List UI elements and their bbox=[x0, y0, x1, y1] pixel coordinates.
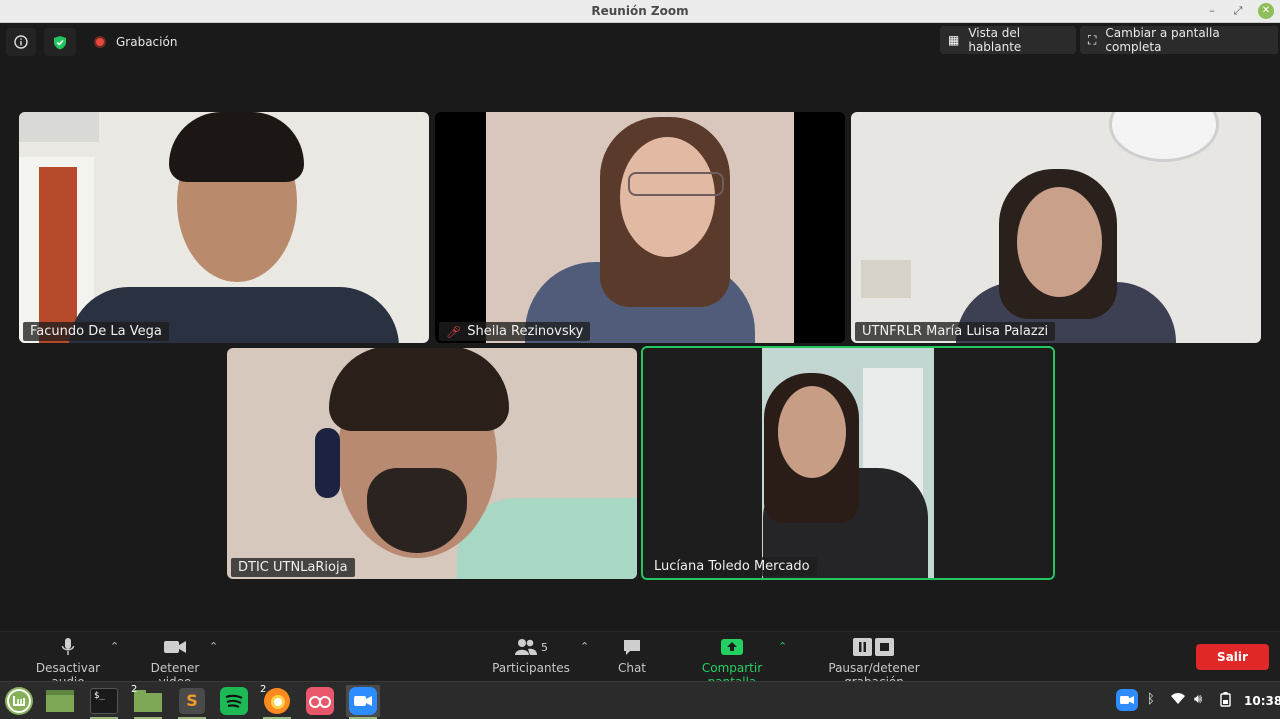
grid-icon: ▦ bbox=[948, 33, 960, 47]
participant-name: UTNFRLR María Luisa Palazzi bbox=[862, 324, 1049, 339]
share-screen-icon bbox=[721, 639, 743, 655]
audio-options-caret-icon[interactable]: ⌃ bbox=[110, 640, 119, 653]
fullscreen-label: Cambiar a pantalla completa bbox=[1105, 26, 1220, 54]
leave-meeting-button[interactable]: Salir bbox=[1196, 644, 1269, 670]
person-face bbox=[1017, 187, 1102, 297]
meeting-area: Grabación ▦ Vista del hablante ⛶ Cambiar… bbox=[0, 23, 1280, 631]
wifi-icon[interactable] bbox=[1170, 692, 1186, 710]
files-badge: 2 bbox=[131, 684, 138, 695]
chat-bubble-icon bbox=[624, 640, 640, 655]
headset-icon bbox=[315, 428, 340, 498]
window-titlebar: Reunión Zoom – ⤢ ✕ bbox=[0, 0, 1280, 23]
participant-name: Lucíana Toledo Mercado bbox=[654, 559, 810, 574]
speaker-view-label: Vista del hablante bbox=[968, 26, 1022, 54]
restore-icon[interactable]: ⤢ bbox=[1230, 3, 1246, 19]
os-taskbar: $_ 2 S 2 ᛒ 🔊︎ 10:38 bbox=[0, 681, 1280, 719]
participant-name-tag: UTNFRLR María Luisa Palazzi bbox=[855, 322, 1056, 341]
files-icon[interactable]: 2 bbox=[131, 684, 165, 719]
participants-options-caret-icon[interactable]: ⌃ bbox=[580, 640, 589, 653]
fullscreen-icon: ⛶ bbox=[1088, 32, 1097, 47]
participants-count: 5 bbox=[541, 640, 548, 654]
spotify-icon[interactable] bbox=[217, 685, 251, 717]
curtain bbox=[39, 167, 77, 343]
fullscreen-button[interactable]: ⛶ Cambiar a pantalla completa bbox=[1080, 26, 1278, 54]
video-camera-icon bbox=[164, 641, 186, 653]
shield-icon bbox=[54, 35, 66, 49]
zoom-tray-icon[interactable] bbox=[1116, 689, 1138, 715]
person-hair bbox=[169, 112, 304, 182]
reader-glasses-icon[interactable] bbox=[303, 685, 337, 717]
video-tile[interactable]: Facundo De La Vega bbox=[19, 112, 429, 343]
recording-dot-icon bbox=[94, 36, 106, 48]
chat-button[interactable]: Chat bbox=[612, 636, 652, 675]
wall-clock bbox=[1109, 112, 1219, 162]
window-title: Reunión Zoom bbox=[591, 4, 689, 18]
meeting-info-button[interactable] bbox=[6, 28, 36, 56]
info-icon bbox=[14, 35, 28, 49]
video-tile[interactable]: DTIC UTNLaRioja bbox=[227, 348, 637, 579]
volume-icon[interactable]: 🔊︎ bbox=[1194, 692, 1202, 707]
sublime-text-icon[interactable]: S bbox=[175, 685, 209, 719]
participant-name-tag: Facundo De La Vega bbox=[23, 322, 169, 341]
participant-name: Sheila Rezinovsky bbox=[467, 324, 584, 339]
participant-name: Facundo De La Vega bbox=[30, 324, 162, 339]
person-face bbox=[778, 386, 846, 478]
person-hair bbox=[329, 348, 509, 431]
show-desktop-icon[interactable] bbox=[43, 685, 77, 717]
wall-socket bbox=[861, 260, 911, 298]
speaker-view-button[interactable]: ▦ Vista del hablante bbox=[940, 26, 1076, 54]
close-icon[interactable]: ✕ bbox=[1258, 3, 1274, 19]
pause-stop-icon bbox=[853, 638, 894, 656]
video-tile[interactable]: 🎤︎ Sheila Rezinovsky bbox=[435, 112, 845, 343]
participants-label: Participantes bbox=[492, 661, 570, 675]
chat-label: Chat bbox=[617, 661, 647, 675]
microphone-icon bbox=[61, 638, 75, 655]
wall-ac-unit bbox=[19, 112, 99, 142]
encryption-button[interactable] bbox=[44, 28, 76, 56]
person-face bbox=[620, 137, 715, 257]
participant-name-tag: DTIC UTNLaRioja bbox=[231, 558, 355, 577]
video-options-caret-icon[interactable]: ⌃ bbox=[209, 640, 218, 653]
mint-menu-icon[interactable] bbox=[2, 685, 36, 717]
firefox-icon[interactable]: 2 bbox=[260, 684, 294, 719]
video-tile-active-speaker[interactable]: Lucíana Toledo Mercado bbox=[641, 346, 1055, 580]
participants-button[interactable]: 5 Participantes bbox=[491, 636, 571, 675]
minimize-icon[interactable]: – bbox=[1204, 3, 1220, 19]
share-options-caret-icon[interactable]: ⌃ bbox=[778, 640, 787, 653]
meeting-toolbar: Desactivar audio ⌃ Detener video ⌃ 5 Par… bbox=[0, 631, 1280, 689]
recording-label: Grabación bbox=[116, 35, 178, 49]
recording-indicator[interactable]: Grabación bbox=[86, 28, 185, 56]
battery-icon[interactable] bbox=[1220, 692, 1231, 711]
participants-icon bbox=[515, 639, 537, 655]
zoom-app-icon[interactable] bbox=[346, 685, 380, 719]
glasses bbox=[628, 172, 724, 196]
terminal-icon[interactable]: $_ bbox=[87, 685, 121, 719]
participant-name: DTIC UTNLaRioja bbox=[238, 560, 348, 575]
terminal-glyph: $_ bbox=[90, 688, 118, 714]
bluetooth-icon[interactable]: ᛒ bbox=[1147, 692, 1155, 707]
clock[interactable]: 10:38 bbox=[1244, 694, 1280, 708]
participant-name-tag: 🎤︎ Sheila Rezinovsky bbox=[439, 322, 591, 341]
sublime-glyph: S bbox=[179, 688, 205, 714]
muted-mic-icon: 🎤︎ bbox=[446, 324, 462, 339]
video-tile[interactable]: UTNFRLR María Luisa Palazzi bbox=[851, 112, 1261, 343]
participant-name-tag: Lucíana Toledo Mercado bbox=[647, 557, 817, 576]
firefox-badge: 2 bbox=[260, 684, 267, 695]
